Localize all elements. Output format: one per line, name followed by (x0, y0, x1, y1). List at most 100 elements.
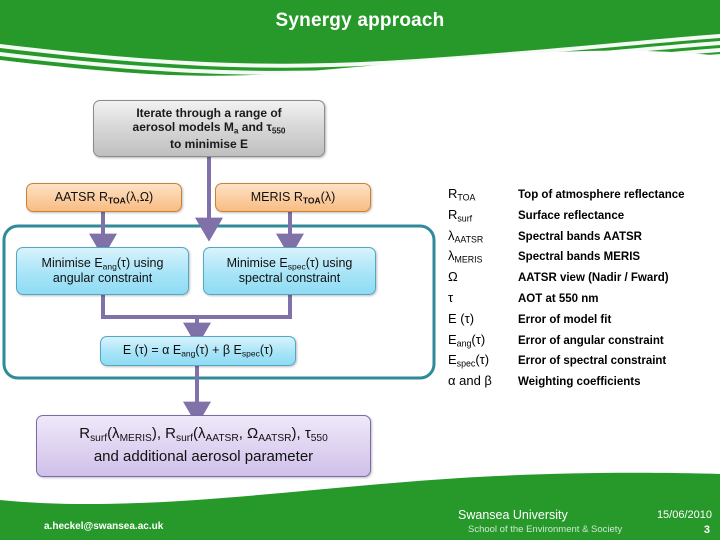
legend-row: Espec(τ) Error of spectral constraint (448, 352, 714, 373)
legend-symbol-post: (τ) (471, 331, 486, 347)
page-title: Synergy approach (275, 10, 445, 31)
result-lam2: (λ (192, 425, 206, 443)
result-lam2-sub: AATSR (205, 433, 239, 445)
equation-sub-ang: ang (181, 348, 196, 359)
legend-description: AOT at 550 nm (518, 292, 599, 305)
legend-symbol: λAATSR (448, 228, 518, 244)
result-r2-sub: surf (176, 433, 193, 445)
min-spec-post: (τ) using (305, 255, 353, 270)
iterate-line3: to minimise E (169, 136, 249, 151)
legend-row: Ω AATSR view (Nadir / Fward) (448, 269, 714, 290)
legend-description: Spectral bands MERIS (518, 251, 641, 264)
minimise-spectral-box: Minimise Espec(τ) using spectral constra… (203, 247, 376, 295)
legend-symbol-base: E (448, 352, 457, 368)
university-branding: Swansea University School of the Environ… (458, 508, 622, 536)
legend-symbol: τ (448, 290, 518, 306)
legend-description: Surface reflectance (518, 209, 625, 222)
min-spec-sub: spec (287, 260, 306, 271)
min-spec-pre: Minimise E (226, 255, 288, 270)
legend-description: Top of atmosphere reflectance (518, 189, 685, 201)
legend-symbol-sub: MERIS (454, 254, 483, 265)
equation-sub-spec: spec (241, 348, 260, 359)
symbol-legend: RTOA Top of atmosphere reflectance Rsurf… (448, 186, 714, 394)
legend-description: Spectral bands AATSR (518, 230, 642, 243)
legend-description: Error of spectral constraint (518, 355, 667, 368)
min-spec-line2: spectral constraint (238, 271, 341, 286)
legend-symbol: Eang(τ) (448, 332, 518, 348)
legend-symbol-base: α and β (448, 373, 492, 389)
min-ang-pre: Minimise E (41, 255, 103, 270)
legend-symbol-sub: TOA (457, 192, 476, 203)
legend-symbol-post: (τ) (475, 352, 490, 368)
result-box: Rsurf(λMERIS), Rsurf(λAATSR, ΩAATSR), τ5… (36, 415, 371, 477)
slide-date: 15/06/2010 (656, 509, 712, 521)
error-equation-box: E (τ) = α Eang(τ) + β Espec(τ) (100, 336, 296, 366)
legend-symbol: Espec(τ) (448, 352, 518, 368)
legend-row: τ AOT at 550 nm (448, 290, 714, 311)
min-ang-sub: ang (102, 260, 117, 271)
legend-description: Weighting coefficients (518, 376, 641, 389)
equation-end: (τ) (259, 343, 274, 358)
equation-lhs: E (τ) = α E (122, 343, 182, 358)
legend-description: Error of model fit (518, 313, 612, 326)
aatsr-input-box: AATSR RTOA(λ,Ω) (26, 183, 182, 212)
legend-symbol: α and β (448, 373, 518, 389)
legend-row: α and β Weighting coefficients (448, 373, 714, 394)
result-lam1: (λ (107, 425, 120, 443)
iterate-line2-sub-b: 550 (271, 126, 286, 136)
legend-symbol-sub: ang (456, 338, 472, 349)
slide-page-number: 3 (703, 524, 710, 536)
meris-input-box: MERIS RTOA(λ) (215, 183, 371, 212)
legend-symbol: Ω (448, 269, 518, 285)
min-ang-line2: angular constraint (52, 271, 153, 286)
meris-label-post: (λ) (320, 189, 336, 204)
iterate-line2-mid: and (238, 120, 267, 135)
legend-row: E (τ) Error of model fit (448, 311, 714, 332)
meris-label-sub: TOA (302, 195, 321, 205)
legend-symbol-base: R (448, 206, 458, 222)
aatsr-label-post: (λ,Ω) (125, 189, 154, 204)
legend-symbol: Rsurf (448, 207, 518, 223)
legend-description: Error of angular constraint (518, 334, 664, 347)
result-tau-sub: 550 (310, 433, 328, 445)
legend-row: λMERIS Spectral bands MERIS (448, 248, 714, 269)
legend-row: Rsurf Surface reflectance (448, 207, 714, 228)
result-omega: , Ω (238, 425, 259, 443)
legend-symbol-sub: spec (456, 358, 476, 369)
legend-description: AATSR view (Nadir / Fward) (518, 272, 669, 285)
iterate-box: Iterate through a range of aerosol model… (93, 100, 325, 157)
flow-diagram: Iterate through a range of aerosol model… (0, 78, 440, 498)
legend-symbol-sub: AATSR (454, 234, 484, 245)
iterate-line2-pre: aerosol models M (132, 120, 234, 135)
university-name: Swansea University (458, 508, 568, 522)
aatsr-label-pre: AATSR R (54, 189, 109, 204)
legend-symbol-base: Ω (448, 269, 458, 285)
arrow-join-minimise (101, 295, 292, 319)
university-school: School of the Environment & Society (468, 523, 623, 535)
result-line2: and additional aerosol parameter (93, 448, 314, 466)
legend-symbol-base: E (448, 331, 457, 347)
legend-symbol: E (τ) (448, 311, 518, 327)
legend-row: λAATSR Spectral bands AATSR (448, 228, 714, 249)
aatsr-label-sub: TOA (108, 195, 126, 205)
legend-symbol-base: R (448, 186, 458, 201)
equation-mid: (τ) + β E (195, 343, 242, 358)
contact-email: a.heckel@swansea.ac.uk (44, 521, 164, 532)
legend-symbol-base: τ (448, 289, 454, 305)
result-r2: ), R (151, 425, 176, 443)
legend-row: Eang(τ) Error of angular constraint (448, 332, 714, 353)
legend-symbol: RTOA (448, 186, 518, 202)
minimise-angular-box: Minimise Eang(τ) using angular constrain… (16, 247, 189, 295)
iterate-line1: Iterate through a range of (136, 105, 282, 120)
legend-row: RTOA Top of atmosphere reflectance (448, 186, 714, 207)
result-r1-sub: surf (90, 433, 108, 445)
result-r1: R (79, 425, 91, 443)
result-lam1-sub: MERIS (119, 433, 152, 445)
result-tau: ), τ (291, 425, 311, 443)
legend-symbol: λMERIS (448, 248, 518, 264)
legend-symbol-base: E (τ) (448, 310, 475, 326)
meris-label-pre: MERIS R (250, 189, 303, 204)
min-ang-post: (τ) using (116, 255, 164, 270)
legend-symbol-sub: surf (457, 213, 473, 224)
result-omega-sub: AATSR (258, 433, 292, 445)
